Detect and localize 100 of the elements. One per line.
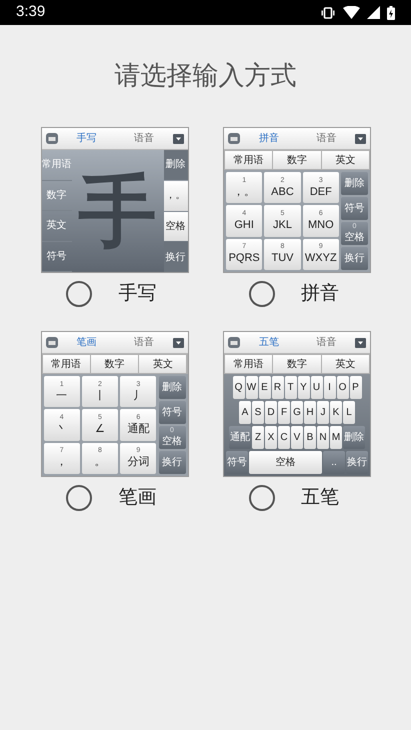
keyboard-key: C xyxy=(278,426,290,449)
tab-label: 语音 xyxy=(316,336,336,350)
keyboard-key: 通配 xyxy=(229,426,251,449)
keyboard-key: 符号 xyxy=(226,451,248,474)
key-label: JKL xyxy=(273,218,292,232)
keyboard-key: 换行 xyxy=(341,247,368,270)
dropdown-icon xyxy=(355,338,366,348)
keyboard-key: D xyxy=(265,401,277,424)
keyboard-key: 删除 xyxy=(341,172,368,195)
key-label: DEF xyxy=(310,184,332,199)
side-label: 数字 xyxy=(42,180,72,211)
key-label: 丿 xyxy=(132,388,144,403)
keyboard-key: G xyxy=(291,401,303,424)
keyboard-key: O xyxy=(336,376,348,399)
keyboard-icon xyxy=(46,337,58,348)
keyboard-key: 常用语 xyxy=(42,355,90,373)
keyboard-key: 英文 xyxy=(139,355,186,373)
key-label: 空格 xyxy=(344,230,364,244)
keyboard-key: .. xyxy=(323,451,345,474)
keyboard-key: 英文 xyxy=(322,151,369,169)
keyboard-key: U xyxy=(310,376,322,399)
radio-button[interactable] xyxy=(66,281,92,307)
keyboard-key: X xyxy=(265,426,277,449)
keyboard-icon xyxy=(228,337,240,348)
keyboard-key: B xyxy=(304,426,316,449)
key-label: WXYZ xyxy=(304,251,337,266)
keyboard-key: I xyxy=(324,376,336,399)
radio-button[interactable] xyxy=(248,485,275,511)
side-label: 英文 xyxy=(42,211,72,242)
key-label: ， xyxy=(56,455,68,470)
key-label: 丨 xyxy=(94,388,106,403)
handwriting-glyph: 手 xyxy=(78,166,156,257)
keyboard-key: 符号 xyxy=(158,401,186,424)
tab-label: 五笔 xyxy=(258,336,279,350)
keyboard-key: 删除 xyxy=(164,150,188,180)
side-label: 常用语 xyxy=(42,150,72,180)
keyboard-key: L xyxy=(343,401,355,424)
tab-label: 笔画 xyxy=(76,336,96,350)
option-label: 五笔 xyxy=(300,486,339,510)
keyboard-key: Y xyxy=(298,376,310,399)
wifi-icon xyxy=(343,6,360,19)
tab-label: 手写 xyxy=(76,132,96,146)
dropdown-icon xyxy=(172,134,184,144)
key-label: PQRS xyxy=(228,251,260,266)
key-label: ∠ xyxy=(94,422,105,436)
keyboard-key: 数字 xyxy=(90,355,138,373)
keyboard-key: T xyxy=(284,376,296,399)
keyboard-key: V xyxy=(291,426,303,449)
keyboard-key: 常用语 xyxy=(225,151,272,169)
option-label: 手写 xyxy=(118,282,156,306)
keyboard-icon xyxy=(46,133,58,144)
status-time: 3:39 xyxy=(16,2,46,22)
key-label: 通配 xyxy=(127,422,150,436)
keyboard-icon xyxy=(228,133,240,144)
keyboard-key: 换行 xyxy=(346,451,368,474)
keyboard-key: H xyxy=(304,401,316,424)
option-label: 笔画 xyxy=(118,486,156,510)
page-title: 请选择输入方式 xyxy=(114,59,296,92)
keyboard-key: S xyxy=(252,401,264,424)
radio-button[interactable] xyxy=(248,281,275,307)
vibrate-icon xyxy=(320,6,336,18)
key-label: 分词 xyxy=(127,455,150,470)
keyboard-key: 换行 xyxy=(158,451,186,474)
keyboard-key: F xyxy=(278,401,290,424)
tab-label: 语音 xyxy=(134,132,154,146)
option-label: 拼音 xyxy=(300,282,339,306)
keyboard-key: R xyxy=(272,376,284,399)
radio-button[interactable] xyxy=(66,485,92,511)
keyboard-key: J xyxy=(317,401,329,424)
signal-icon xyxy=(367,6,380,19)
key-label: 空格 xyxy=(162,434,182,448)
tab-label: 语音 xyxy=(134,336,154,350)
keyboard-key: P xyxy=(350,376,362,399)
dropdown-icon xyxy=(355,134,366,144)
tab-label: 拼音 xyxy=(258,132,279,146)
keyboard-key: 数字 xyxy=(273,355,321,373)
keyboard-key: 符号 xyxy=(341,197,368,220)
keyboard-key: 空格 xyxy=(249,451,322,474)
key-label: 丶 xyxy=(56,422,68,436)
keyboard-key: 数字 xyxy=(273,151,321,169)
keyboard-key: W xyxy=(246,376,258,399)
keyboard-key: 删除 xyxy=(343,426,365,449)
keyboard-key: Z xyxy=(252,426,264,449)
keyboard-key: K xyxy=(330,401,342,424)
keyboard-key: ，。 xyxy=(164,180,188,210)
key-label: 。 xyxy=(94,455,106,470)
keyboard-key: A xyxy=(239,401,251,424)
keyboard-key: N xyxy=(317,426,329,449)
tab-label: 语音 xyxy=(316,132,336,146)
key-label: MNO xyxy=(308,218,334,232)
keyboard-key: 删除 xyxy=(158,376,186,399)
dropdown-icon xyxy=(172,338,184,348)
side-label: 符号 xyxy=(42,242,72,272)
keyboard-key: E xyxy=(258,376,270,399)
keyboard-key: 英文 xyxy=(322,355,369,373)
key-label: ，。 xyxy=(233,184,256,199)
key-label: ABC xyxy=(271,184,294,199)
keyboard-key: Q xyxy=(232,376,244,399)
key-label: GHI xyxy=(234,218,254,232)
key-label: 一 xyxy=(56,388,68,403)
